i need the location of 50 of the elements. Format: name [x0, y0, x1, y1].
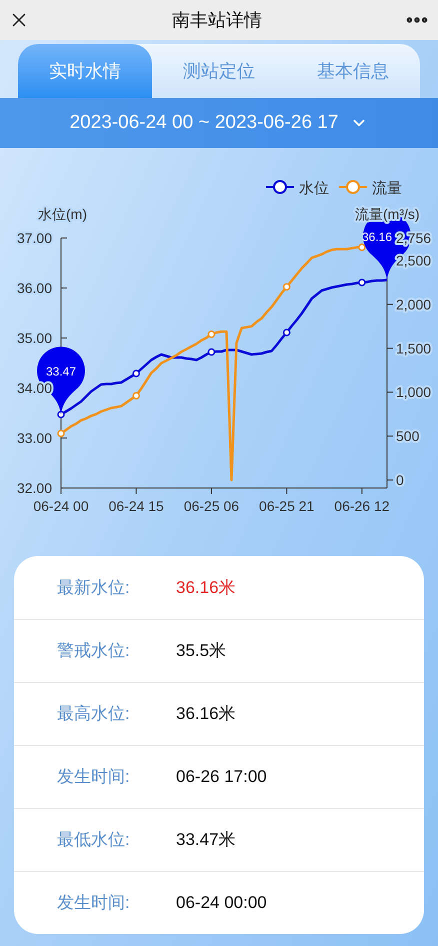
pin-label: 33.47	[46, 364, 76, 378]
tick-label: 36.00	[16, 280, 52, 296]
tick-label: 1,500	[396, 340, 432, 356]
info-value: 33.47米	[176, 829, 236, 852]
tick-label: 33.00	[16, 430, 52, 446]
data-point	[282, 283, 290, 291]
legend-label: 水位	[299, 180, 329, 197]
tick-label: 06-25 06	[184, 498, 240, 514]
data-point	[282, 328, 290, 336]
legend-line-icon	[266, 180, 294, 194]
tick-label: 2,000	[396, 296, 432, 312]
axis-title: 水位(m)	[38, 206, 87, 222]
info-value: 36.16米	[176, 576, 236, 599]
data-point	[57, 430, 65, 438]
tab[interactable]: 实时水情	[18, 44, 152, 98]
data-point	[358, 244, 366, 252]
date-range-text: 2023-06-24 00 ~ 2023-06-26 17	[70, 110, 338, 135]
tick-label: 06-26 12	[334, 498, 390, 514]
data-point	[57, 410, 65, 418]
legend-line-icon	[339, 180, 367, 194]
tick-label: 32.00	[16, 480, 52, 496]
data-point	[208, 348, 216, 356]
window-title: 南丰站详情	[172, 8, 262, 32]
date-range-selector[interactable]: 2023-06-24 00 ~ 2023-06-26 17	[0, 98, 438, 148]
tick-label: 37.00	[16, 230, 52, 246]
legend-label: 流量	[372, 180, 402, 197]
tick-label: 06-24 15	[108, 498, 164, 514]
data-point	[208, 330, 216, 338]
tick-label: 06-25 21	[259, 498, 314, 514]
info-label: 最低水位:	[56, 829, 131, 852]
tick-label: 2,500	[396, 252, 432, 268]
info-value: 35.5米	[176, 640, 226, 662]
tab[interactable]: 测站定位	[152, 44, 286, 98]
info-label: 警戒水位:	[56, 640, 131, 662]
tab[interactable]: 基本信息	[286, 44, 420, 98]
tick-label: 06-24 00	[33, 498, 89, 514]
data-point	[358, 278, 366, 286]
info-label: 最新水位:	[56, 576, 131, 599]
info-value: 06-24 00:00	[176, 892, 267, 914]
tick-label: 0	[396, 472, 404, 488]
data-point	[132, 392, 140, 400]
info-label: 最高水位:	[56, 703, 131, 726]
info-value: 36.16米	[176, 703, 236, 726]
info-label: 发生时间:	[56, 892, 131, 914]
info-value: 06-26 17:00	[176, 766, 267, 788]
info-label: 发生时间:	[56, 766, 131, 788]
tick-label: 500	[396, 428, 420, 444]
tick-label: 35.00	[16, 330, 52, 346]
data-point	[132, 370, 140, 378]
tick-label: 1,000	[396, 384, 432, 400]
